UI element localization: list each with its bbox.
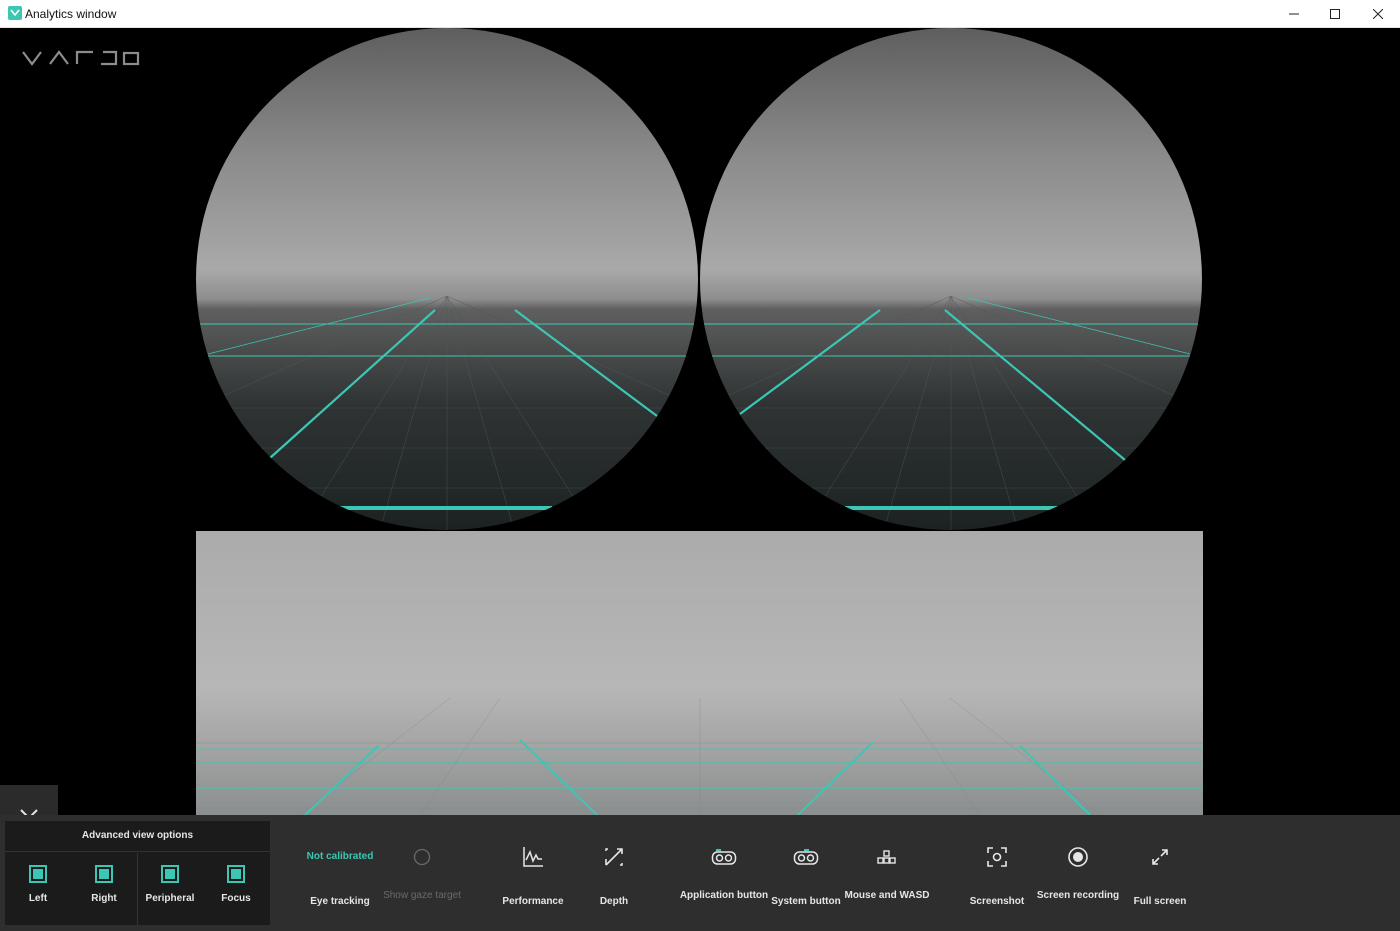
app-icon [8,6,22,20]
application-button-label: Application button [679,890,769,901]
screenshot-button[interactable]: Screenshot [952,815,1042,907]
option-right-label: Right [91,893,117,904]
system-button-label: System button [771,896,841,907]
option-peripheral-label: Peripheral [145,893,195,904]
application-button[interactable]: Application button [679,815,769,901]
system-button[interactable]: System button [761,815,851,907]
bottom-toolbar: Advanced view options Left Right Periphe… [0,815,1400,931]
record-icon [1068,847,1088,867]
calibration-status[interactable]: Not calibrated [295,851,385,862]
close-button[interactable] [1356,0,1400,28]
right-eye-view [700,28,1202,530]
option-left[interactable]: Left [6,865,70,904]
eye-tracking-label: Eye tracking [310,896,370,907]
screenshot-label: Screenshot [969,896,1025,907]
expand-icon [1152,849,1168,865]
full-screen-button[interactable]: Full screen [1115,815,1205,907]
option-focus[interactable]: Focus [204,865,268,904]
screen-recording-button[interactable]: Screen recording [1033,815,1123,901]
performance-graph-icon [523,847,543,867]
checkbox-right[interactable] [95,865,113,883]
option-focus-label: Focus [221,893,251,904]
varjo-logo [22,50,140,66]
checkbox-left[interactable] [29,865,47,883]
advanced-view-options-panel: Advanced view options Left Right Periphe… [5,821,270,925]
radio-circle-icon [413,848,431,866]
mouse-wasd-button[interactable]: Mouse and WASD [842,815,932,901]
show-gaze-target-label: Show gaze target [383,890,461,901]
keyboard-keys-icon [877,850,896,864]
close-icon [1373,9,1383,19]
collapse-panel-button[interactable] [0,785,58,815]
show-gaze-target-toggle[interactable]: Show gaze target [377,815,467,901]
headset-icon [793,849,819,865]
left-eye-view [196,28,698,530]
option-right[interactable]: Right [72,865,136,904]
depth-icon [605,848,623,866]
vr-viewport[interactable] [0,28,1400,815]
mouse-wasd-label: Mouse and WASD [844,890,930,901]
screenshot-icon [987,847,1007,867]
minimize-icon [1289,13,1299,15]
screen-recording-label: Screen recording [1036,890,1120,901]
title-bar: Analytics window [0,0,1400,28]
checkbox-peripheral[interactable] [161,865,179,883]
option-peripheral[interactable]: Peripheral [138,865,202,904]
peripheral-view [196,531,1203,815]
maximize-icon [1330,9,1340,19]
scene-render [196,28,1203,815]
performance-label: Performance [502,896,564,907]
maximize-button[interactable] [1313,0,1357,28]
headset-icon [711,849,737,865]
option-left-label: Left [28,893,48,904]
full-screen-label: Full screen [1133,896,1187,907]
depth-label: Depth [599,896,629,907]
advanced-view-options-title: Advanced view options [5,821,270,852]
checkbox-focus[interactable] [227,865,245,883]
minimize-button[interactable] [1272,0,1316,28]
depth-button[interactable]: Depth [569,815,659,907]
performance-button[interactable]: Performance [488,815,578,907]
window-title: Analytics window [25,7,117,21]
